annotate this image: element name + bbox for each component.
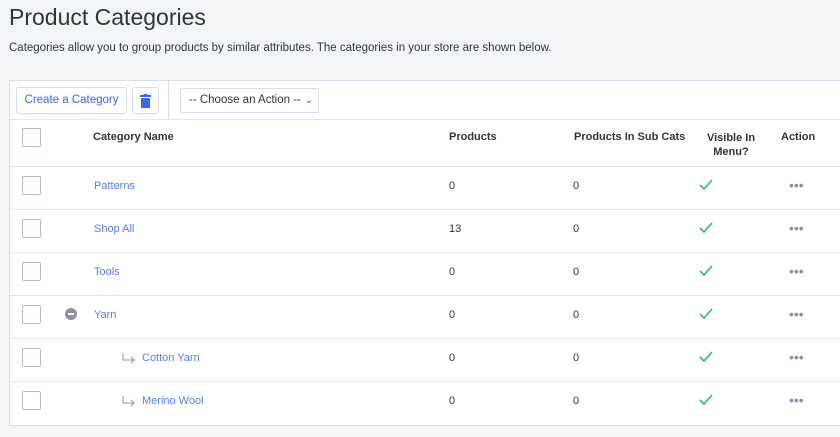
subcategory-arrow-icon bbox=[122, 396, 135, 407]
products-count: 0 bbox=[449, 395, 456, 407]
checkmark-icon bbox=[699, 222, 713, 234]
chevron-down-icon: ⌄ bbox=[304, 95, 313, 106]
create-category-button[interactable]: Create a Category bbox=[16, 87, 127, 114]
sub-cats-count: 0 bbox=[573, 180, 580, 192]
header-visible-in-menu[interactable]: Visible In Menu? bbox=[701, 131, 761, 159]
sub-cats-count: 0 bbox=[573, 223, 580, 235]
category-name-link[interactable]: Merino Wool bbox=[142, 395, 204, 407]
table-row: Yarn 0 0 ••• bbox=[10, 296, 840, 339]
more-actions-icon[interactable]: ••• bbox=[789, 178, 804, 192]
category-name-link[interactable]: Yarn bbox=[94, 309, 116, 321]
products-count: 0 bbox=[449, 180, 456, 192]
header-category-name[interactable]: Category Name bbox=[93, 131, 174, 143]
table-row: Cotton Yarn 0 0 ••• bbox=[10, 339, 840, 382]
category-name-link[interactable]: Patterns bbox=[94, 180, 135, 192]
more-actions-icon[interactable]: ••• bbox=[789, 264, 804, 278]
table-row: Patterns 0 0 ••• bbox=[10, 167, 840, 210]
checkmark-icon bbox=[699, 265, 713, 277]
category-name-link[interactable]: Cotton Yarn bbox=[142, 352, 200, 364]
table-row: Merino Wool 0 0 ••• bbox=[10, 382, 840, 425]
sub-cats-count: 0 bbox=[573, 352, 580, 364]
products-count: 0 bbox=[449, 266, 456, 278]
header-products[interactable]: Products bbox=[449, 131, 497, 143]
sub-cats-count: 0 bbox=[573, 266, 580, 278]
row-checkbox[interactable] bbox=[22, 391, 41, 410]
checkmark-icon bbox=[699, 351, 713, 363]
trash-icon bbox=[140, 93, 151, 108]
categories-panel: Create a Category -- Choose an Action --… bbox=[9, 80, 840, 426]
category-name-link[interactable]: Tools bbox=[94, 266, 120, 278]
checkmark-icon bbox=[699, 308, 713, 320]
row-checkbox[interactable] bbox=[22, 305, 41, 324]
more-actions-icon[interactable]: ••• bbox=[789, 221, 804, 235]
checkmark-icon bbox=[699, 394, 713, 406]
toolbar: Create a Category -- Choose an Action --… bbox=[10, 81, 840, 119]
more-actions-icon[interactable]: ••• bbox=[789, 350, 804, 364]
subcategory-arrow-icon bbox=[122, 353, 135, 364]
more-actions-icon[interactable]: ••• bbox=[789, 393, 804, 407]
page-title: Product Categories bbox=[9, 4, 206, 30]
more-actions-icon[interactable]: ••• bbox=[789, 307, 804, 321]
table-header: Category Name Products Products In Sub C… bbox=[10, 119, 840, 167]
collapse-icon[interactable] bbox=[65, 308, 77, 320]
products-count: 0 bbox=[449, 309, 456, 321]
table-row: Shop All 13 0 ••• bbox=[10, 210, 840, 253]
sub-cats-count: 0 bbox=[573, 309, 580, 321]
header-action: Action bbox=[781, 131, 816, 143]
row-checkbox[interactable] bbox=[22, 262, 41, 281]
table-row: Tools 0 0 ••• bbox=[10, 253, 840, 296]
header-products-in-sub-cats[interactable]: Products In Sub Cats bbox=[574, 131, 685, 143]
action-select-value: -- Choose an Action -- bbox=[189, 94, 301, 106]
page-description: Categories allow you to group products b… bbox=[9, 42, 552, 54]
row-checkbox[interactable] bbox=[22, 348, 41, 367]
products-count: 0 bbox=[449, 352, 456, 364]
select-all-checkbox[interactable] bbox=[22, 128, 41, 147]
checkmark-icon bbox=[699, 179, 713, 191]
products-count: 13 bbox=[449, 223, 462, 235]
category-name-link[interactable]: Shop All bbox=[94, 223, 134, 235]
row-checkbox[interactable] bbox=[22, 176, 41, 195]
action-select[interactable]: -- Choose an Action -- ⌄ bbox=[180, 88, 319, 113]
toolbar-divider bbox=[168, 81, 169, 119]
row-checkbox[interactable] bbox=[22, 219, 41, 238]
sub-cats-count: 0 bbox=[573, 395, 580, 407]
delete-button[interactable] bbox=[132, 87, 159, 114]
